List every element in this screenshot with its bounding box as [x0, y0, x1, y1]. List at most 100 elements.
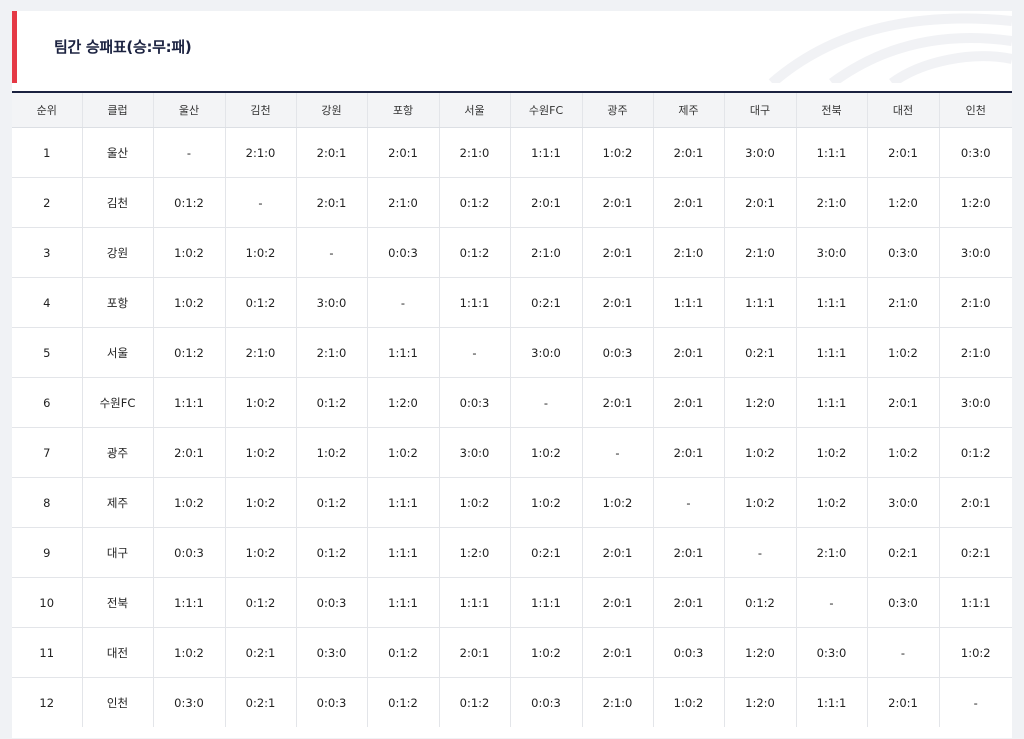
record-cell: - — [938, 677, 1012, 727]
table-row: 12 인천 0:3:0 0:2:1 0:0:3 0:1:2 0:1:2 0:0:3 2:1:0 1… — [12, 677, 1012, 727]
record-cell: 0:1:2 — [366, 627, 439, 678]
record-cell: 1:1:1 — [509, 577, 582, 628]
record-cell: 0:3:0 — [866, 577, 939, 628]
record-cell: 2:0:1 — [723, 177, 796, 228]
club-cell: 대구 — [81, 527, 153, 578]
record-cell: 2:1:0 — [938, 277, 1012, 328]
record-cell: - — [366, 277, 439, 328]
record-cell: 2:0:1 — [581, 177, 653, 228]
table-row: 7 광주 2:0:1 1:0:2 1:0:2 1:0:2 3:0:0 1:0:2-2:0:1 1… — [12, 427, 1012, 478]
record-cell: 1:0:2 — [866, 427, 939, 478]
club-cell: 제주 — [81, 477, 153, 528]
column-header-opponent: 서울 — [438, 92, 510, 128]
record-cell: 1:0:2 — [581, 127, 653, 178]
record-cell: 2:0:1 — [866, 677, 939, 727]
record-cell: 0:0:3 — [152, 527, 225, 578]
record-cell: 1:0:2 — [509, 627, 582, 678]
record-cell: 2:1:0 — [795, 177, 867, 228]
record-cell: 1:1:1 — [366, 577, 439, 628]
record-cell: 0:1:2 — [366, 677, 439, 727]
record-cell: 1:0:2 — [581, 477, 653, 528]
record-cell: 2:0:1 — [581, 377, 653, 428]
record-cell: 1:0:2 — [795, 427, 867, 478]
record-cell: 1:1:1 — [652, 277, 724, 328]
record-cell: - — [438, 327, 510, 378]
record-cell: 3:0:0 — [795, 227, 867, 278]
table-body: 1 울산 -2:1:0 2:0:1 2:0:1 2:1:0 1:1:1 1:0:2 2:0:1 3… — [12, 127, 1012, 727]
record-cell: 3:0:0 — [438, 427, 510, 478]
column-header-opponent: 제주 — [652, 92, 724, 128]
record-cell: 2:1:0 — [866, 277, 939, 328]
record-cell: 2:0:1 — [581, 527, 653, 578]
record-cell: 1:1:1 — [938, 577, 1012, 628]
record-cell: 1:1:1 — [366, 527, 439, 578]
record-cell: 1:0:2 — [224, 227, 296, 278]
column-header-opponent: 인천 — [938, 92, 1012, 128]
head-to-head-card: 팀간 승패표(승:무:패) 순위 클럽 울산 김천 강원 포항 서울 수원FC 광주 제주 대구 전북… — [12, 11, 1012, 738]
record-cell: 2:0:1 — [366, 127, 439, 178]
table-row: 9 대구 0:0:3 1:0:2 0:1:2 1:1:1 1:2:0 0:2:1 2:0:1 2:… — [12, 527, 1012, 578]
table-row: 11 대전 1:0:2 0:2:1 0:3:0 0:1:2 2:0:1 1:0:2 2:0:1 0… — [12, 627, 1012, 678]
card-header: 팀간 승패표(승:무:패) — [12, 11, 1012, 83]
record-cell: 2:0:1 — [581, 227, 653, 278]
table-row: 3 강원 1:0:2 1:0:2-0:0:3 0:1:2 2:1:0 2:0:1 2:1:0 2… — [12, 227, 1012, 278]
record-cell: 2:0:1 — [866, 127, 939, 178]
record-cell: 0:1:2 — [152, 177, 225, 228]
record-cell: 0:2:1 — [509, 277, 582, 328]
table-row: 1 울산 -2:1:0 2:0:1 2:0:1 2:1:0 1:1:1 1:0:2 2:0:1 3… — [12, 127, 1012, 178]
table-row: 6 수원FC 1:1:1 1:0:2 0:1:2 1:2:0 0:0:3-2:0:1 2:0:… — [12, 377, 1012, 428]
record-cell: 2:0:1 — [652, 577, 724, 628]
record-cell: 1:0:2 — [224, 427, 296, 478]
table-row: 4 포항 1:0:2 0:1:2 3:0:0-1:1:1 0:2:1 2:0:1 1:1:1 1… — [12, 277, 1012, 328]
column-header-opponent: 수원FC — [509, 92, 582, 128]
record-cell: - — [866, 627, 939, 678]
record-cell: - — [509, 377, 582, 428]
record-cell: 1:1:1 — [795, 377, 867, 428]
record-cell: 3:0:0 — [723, 127, 796, 178]
rank-cell: 1 — [12, 127, 82, 178]
rank-cell: 2 — [12, 177, 82, 228]
record-cell: 1:1:1 — [438, 577, 510, 628]
record-cell: 0:0:3 — [295, 677, 367, 727]
record-cell: 2:1:0 — [581, 677, 653, 727]
record-cell: 0:2:1 — [224, 677, 296, 727]
record-cell: 0:0:3 — [652, 627, 724, 678]
club-cell: 전북 — [81, 577, 153, 628]
record-cell: 0:0:3 — [295, 577, 367, 628]
record-cell: 2:0:1 — [295, 127, 367, 178]
record-cell: 1:2:0 — [938, 177, 1012, 228]
record-cell: 1:2:0 — [723, 677, 796, 727]
record-cell: 1:1:1 — [795, 677, 867, 727]
column-header-opponent: 울산 — [152, 92, 225, 128]
record-cell: 0:2:1 — [866, 527, 939, 578]
record-cell: - — [152, 127, 225, 178]
record-cell: 0:3:0 — [152, 677, 225, 727]
record-cell: 2:1:0 — [509, 227, 582, 278]
record-cell: 0:1:2 — [152, 327, 225, 378]
table-header: 순위 클럽 울산 김천 강원 포항 서울 수원FC 광주 제주 대구 전북 대전 인천 — [12, 92, 1012, 128]
record-cell: 1:2:0 — [723, 377, 796, 428]
record-cell: 0:1:2 — [723, 577, 796, 628]
record-cell: 2:1:0 — [438, 127, 510, 178]
table-row: 8 제주 1:0:2 1:0:2 0:1:2 1:1:1 1:0:2 1:0:2 1:0:2-1… — [12, 477, 1012, 528]
record-cell: 1:2:0 — [366, 377, 439, 428]
club-cell: 김천 — [81, 177, 153, 228]
record-cell: 0:0:3 — [438, 377, 510, 428]
record-cell: 2:1:0 — [366, 177, 439, 228]
record-cell: 2:0:1 — [652, 377, 724, 428]
club-cell: 포항 — [81, 277, 153, 328]
table-row: 2 김천 0:1:2-2:0:1 2:1:0 0:1:2 2:0:1 2:0:1 2:0:1 2… — [12, 177, 1012, 228]
record-cell: 2:0:1 — [652, 127, 724, 178]
record-cell: 2:0:1 — [581, 577, 653, 628]
record-cell: 3:0:0 — [938, 377, 1012, 428]
page-title: 팀간 승패표(승:무:패) — [54, 38, 192, 56]
record-cell: 0:1:2 — [295, 527, 367, 578]
record-cell: 1:0:2 — [224, 377, 296, 428]
record-cell: 1:0:2 — [224, 527, 296, 578]
record-cell: 2:0:1 — [652, 327, 724, 378]
record-cell: 0:1:2 — [295, 377, 367, 428]
record-cell: 1:2:0 — [438, 527, 510, 578]
record-cell: 0:2:1 — [509, 527, 582, 578]
results-table: 순위 클럽 울산 김천 강원 포항 서울 수원FC 광주 제주 대구 전북 대전 인천 1 울산 -2:1:0… — [12, 91, 1012, 727]
column-header-club: 클럽 — [81, 92, 153, 128]
